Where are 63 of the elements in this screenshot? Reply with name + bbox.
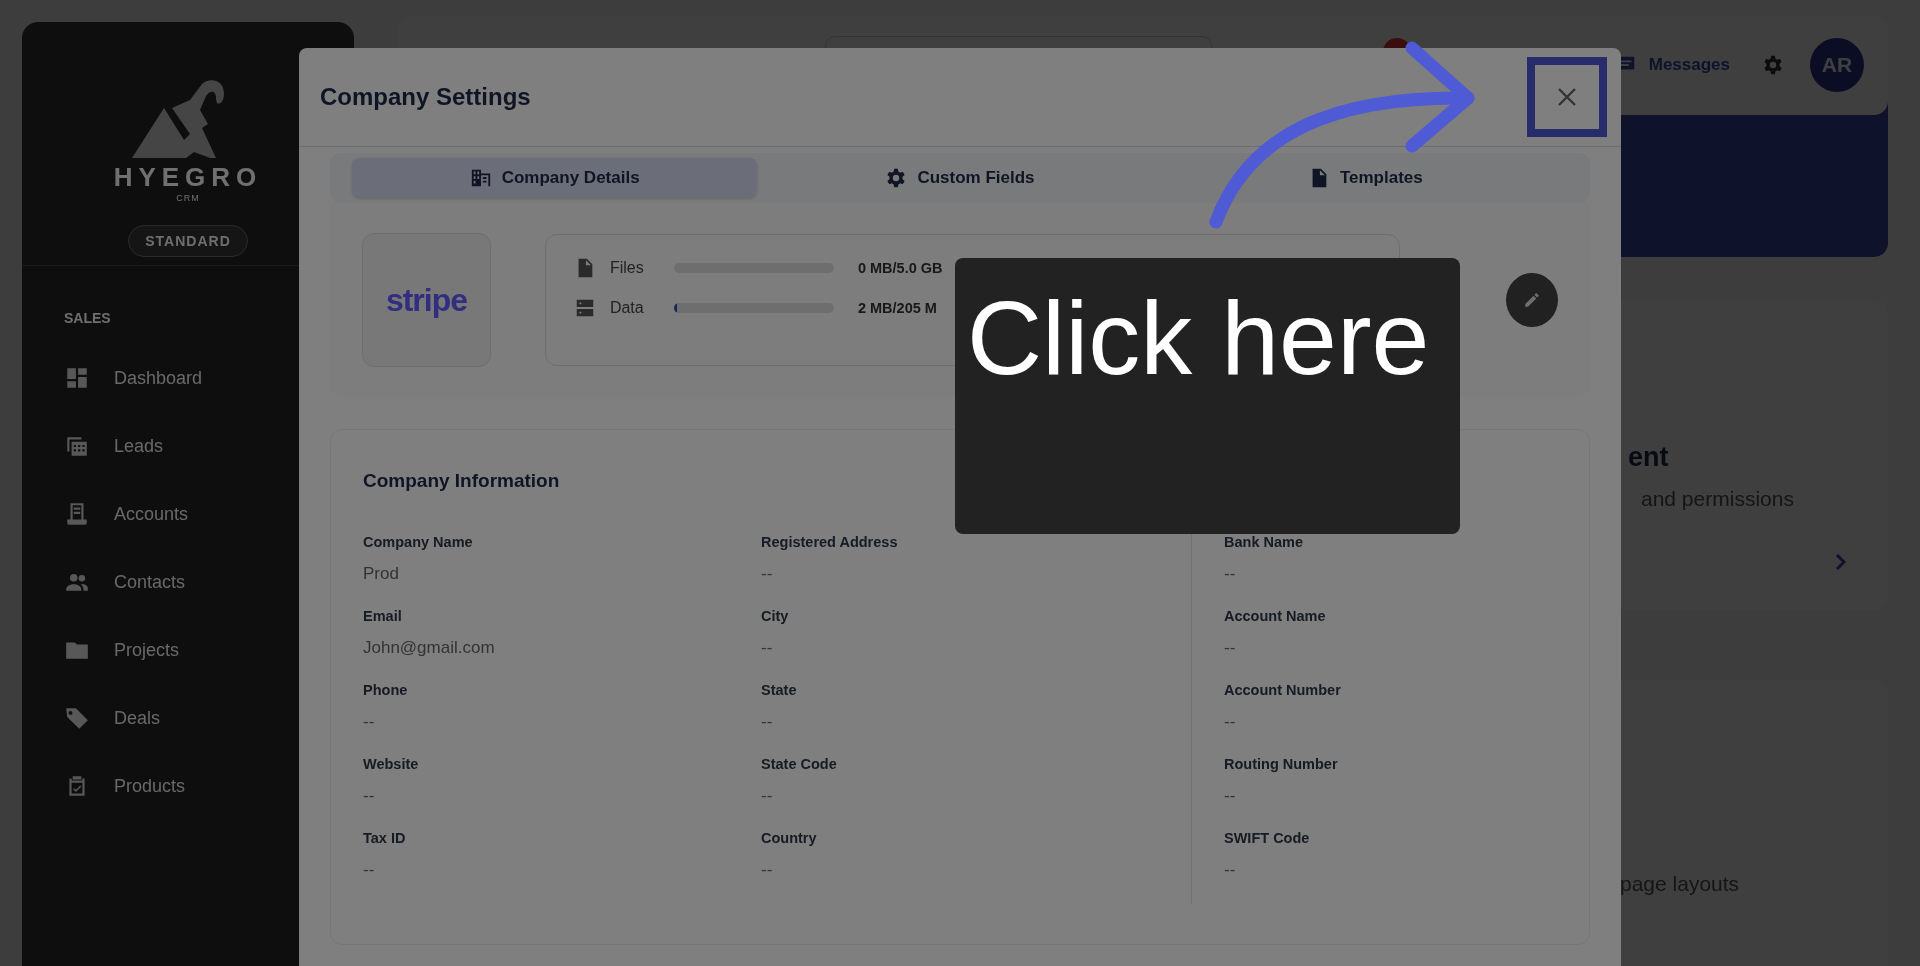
sidebar-item[interactable]: Projects [22,616,354,684]
tab[interactable]: Custom Fields [757,158,1163,198]
storage-label: Data [609,299,645,317]
field-label: City [761,608,790,624]
sidebar-item[interactable]: Products [22,752,354,820]
dashboard-icon [64,365,90,391]
field-label: Account Number [1224,682,1342,698]
usage-reading: 0 MB/5.0 GB [857,260,943,276]
field-value: -- [363,786,376,806]
close-icon [1556,86,1578,108]
sidebar-item[interactable]: Deals [22,684,354,752]
field-value: -- [363,860,376,880]
edit-button[interactable] [1506,273,1558,327]
usage-reading: 2 MB/205 M [857,300,937,316]
company-logo: stripe [362,233,491,367]
sidebar-item[interactable]: Dashboard [22,344,354,412]
tab[interactable]: Templates [1162,158,1568,198]
field-label: Phone [363,682,409,698]
field-value: -- [1224,564,1237,584]
field-label: Email [363,608,403,624]
settings-icon[interactable] [1762,54,1784,76]
close-button[interactable] [1527,57,1607,137]
field-value: Prod [363,564,400,584]
field-value: -- [761,638,774,658]
field-value: John@gmail.com [363,638,496,658]
brand-name: HYEGRO [113,162,263,193]
field-label: Account Name [1224,608,1327,624]
receipt-icon [64,501,90,527]
building-icon [469,167,492,189]
field-value: -- [761,712,774,732]
field-value: -- [761,860,774,880]
plan-badge: STANDARD [128,225,248,257]
chevron-right-icon [1834,552,1848,572]
field-label: Bank Name [1224,534,1304,550]
section-heading: SALES [64,310,112,326]
brand-subtitle: CRM [176,193,200,203]
field-label: Routing Number [1224,756,1339,772]
field-label: Company Name [363,534,474,550]
field-label: State Code [761,756,838,772]
storage-label: Files [609,259,645,277]
field-value: -- [761,786,774,806]
card-title: ent [1628,442,1670,473]
tab[interactable]: Company Details [352,158,758,198]
tag-icon [64,705,90,731]
section-title: Company Information [363,470,561,492]
field-value: -- [363,712,376,732]
dialog-title: Company Settings [320,83,531,111]
field-value: -- [1224,860,1237,880]
field-label: Country [761,830,818,846]
callout-text: Click here [967,279,1431,398]
field-label: Tax ID [363,830,407,846]
sidebar-item[interactable]: Contacts [22,548,354,616]
field-value: -- [761,564,774,584]
field-label: State [761,682,798,698]
field-label: SWIFT Code [1224,830,1311,846]
sidebar-item[interactable]: Leads [22,412,354,480]
field-value: -- [1224,712,1237,732]
field-value: -- [1224,786,1237,806]
field-label: Registered Address [761,534,899,550]
pencil-icon [1523,291,1542,309]
field-value: -- [1224,638,1237,658]
sidebar-item[interactable]: Accounts [22,480,354,548]
field-label: Website [363,756,420,772]
